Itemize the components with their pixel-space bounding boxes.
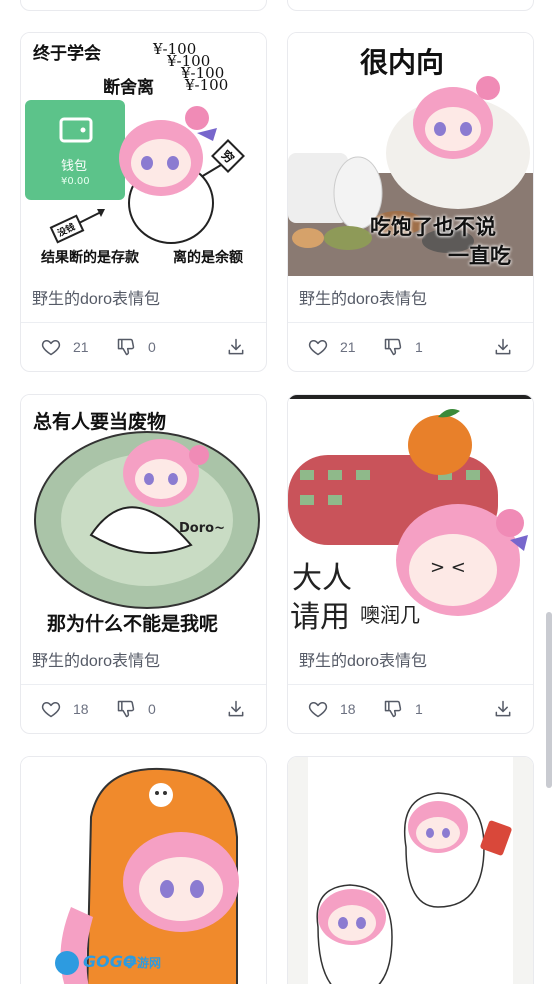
meme-caption: 请用 (290, 600, 350, 635)
dislike-count: 0 (148, 339, 156, 355)
like-button[interactable]: 18 (308, 685, 356, 733)
meme-title[interactable]: 野生的doro表情包 (288, 638, 533, 685)
meme-caption: 离的是余额 (173, 250, 243, 266)
meme-image[interactable]: > < 大人 请用 噢润几 (288, 395, 533, 638)
meme-card[interactable]: GOGO 手游网 (20, 756, 267, 984)
heart-icon (41, 340, 61, 356)
meme-image[interactable]: 很内向 吃饱了也不说 一直吃 (288, 33, 533, 276)
dislike-button[interactable]: 1 (383, 323, 423, 371)
meme-card[interactable]: 总有人要当废物 Doro~ 那为什么不能是我呢 野生的doro表情包 18 0 (20, 394, 267, 734)
meme-feed: 终于学会 断舍离 ¥-100 ¥-100 ¥-100 ¥-100 钱包 ¥0.0… (0, 0, 554, 984)
dislike-count: 1 (415, 339, 423, 355)
meme-title[interactable]: 野生的doro表情包 (288, 276, 533, 323)
thumbs-down-icon (117, 700, 135, 718)
meme-image[interactable]: GOGO 手游网 (21, 757, 266, 984)
meme-card[interactable]: 终于学会 断舍离 ¥-100 ¥-100 ¥-100 ¥-100 钱包 ¥0.0… (20, 32, 267, 372)
meme-card[interactable]: 很内向 吃饱了也不说 一直吃 野生的doro表情包 21 1 (287, 32, 534, 372)
meme-caption: 结果断的是存款 (41, 250, 139, 266)
meme-caption: 总有人要当废物 (33, 411, 167, 433)
dislike-count: 1 (415, 701, 423, 717)
like-count: 18 (73, 701, 89, 717)
card-actions: 18 1 (288, 685, 533, 733)
meme-card[interactable]: > < 大人 请用 噢润几 野生的doro表情包 18 1 (287, 394, 534, 734)
like-count: 21 (73, 339, 89, 355)
like-button[interactable]: 21 (308, 323, 356, 371)
meme-caption: 很内向 (360, 46, 445, 79)
meme-illustration (288, 757, 533, 984)
meme-caption: 那为什么不能是我呢 (47, 613, 219, 635)
card-actions: 18 0 (21, 685, 266, 733)
heart-icon (308, 702, 328, 718)
meme-caption: 一直吃 (448, 244, 511, 268)
download-icon (228, 338, 244, 355)
meme-caption: 终于学会 (33, 44, 101, 64)
meme-caption: 吃饱了也不说 (370, 215, 496, 239)
wallet-balance: ¥0.00 (61, 176, 90, 187)
card-actions: 21 0 (21, 323, 266, 371)
dislike-count: 0 (148, 701, 156, 717)
meme-caption: 断舍离 (103, 78, 154, 98)
meme-caption: 大人 (292, 561, 352, 596)
meme-caption: Doro~ (179, 521, 225, 536)
previous-card-left-edge (20, 0, 267, 11)
download-icon (495, 338, 511, 355)
heart-icon (41, 702, 61, 718)
previous-card-right-edge (287, 0, 534, 11)
thumbs-down-icon (384, 700, 402, 718)
card-actions: 21 1 (288, 323, 533, 371)
download-icon (495, 700, 511, 717)
dislike-button[interactable]: 0 (116, 685, 156, 733)
meme-illustration (21, 757, 266, 984)
download-icon (228, 700, 244, 717)
heart-icon (308, 340, 328, 356)
like-button[interactable]: 18 (41, 685, 89, 733)
dislike-button[interactable]: 1 (383, 685, 423, 733)
download-button[interactable] (226, 323, 246, 371)
wallet-label: 钱包 (61, 159, 88, 174)
meme-caption: 噢润几 (360, 603, 420, 627)
svg-text:> <: > < (430, 557, 466, 578)
thumbs-down-icon (117, 338, 135, 356)
like-count: 18 (340, 701, 356, 717)
meme-title[interactable]: 野生的doro表情包 (21, 638, 266, 685)
meme-image[interactable] (288, 757, 533, 984)
download-button[interactable] (493, 323, 513, 371)
meme-caption: ¥-100 (185, 76, 229, 94)
scrollbar[interactable] (546, 612, 552, 788)
like-count: 21 (340, 339, 356, 355)
dislike-button[interactable]: 0 (116, 323, 156, 371)
meme-image[interactable]: 终于学会 断舍离 ¥-100 ¥-100 ¥-100 ¥-100 钱包 ¥0.0… (21, 33, 266, 276)
meme-title[interactable]: 野生的doro表情包 (21, 276, 266, 323)
thumbs-down-icon (384, 338, 402, 356)
like-button[interactable]: 21 (41, 323, 89, 371)
download-button[interactable] (226, 685, 246, 733)
meme-card[interactable] (287, 756, 534, 984)
download-button[interactable] (493, 685, 513, 733)
watermark-logo: 手游网 (125, 956, 162, 970)
meme-image[interactable]: 总有人要当废物 Doro~ 那为什么不能是我呢 (21, 395, 266, 638)
